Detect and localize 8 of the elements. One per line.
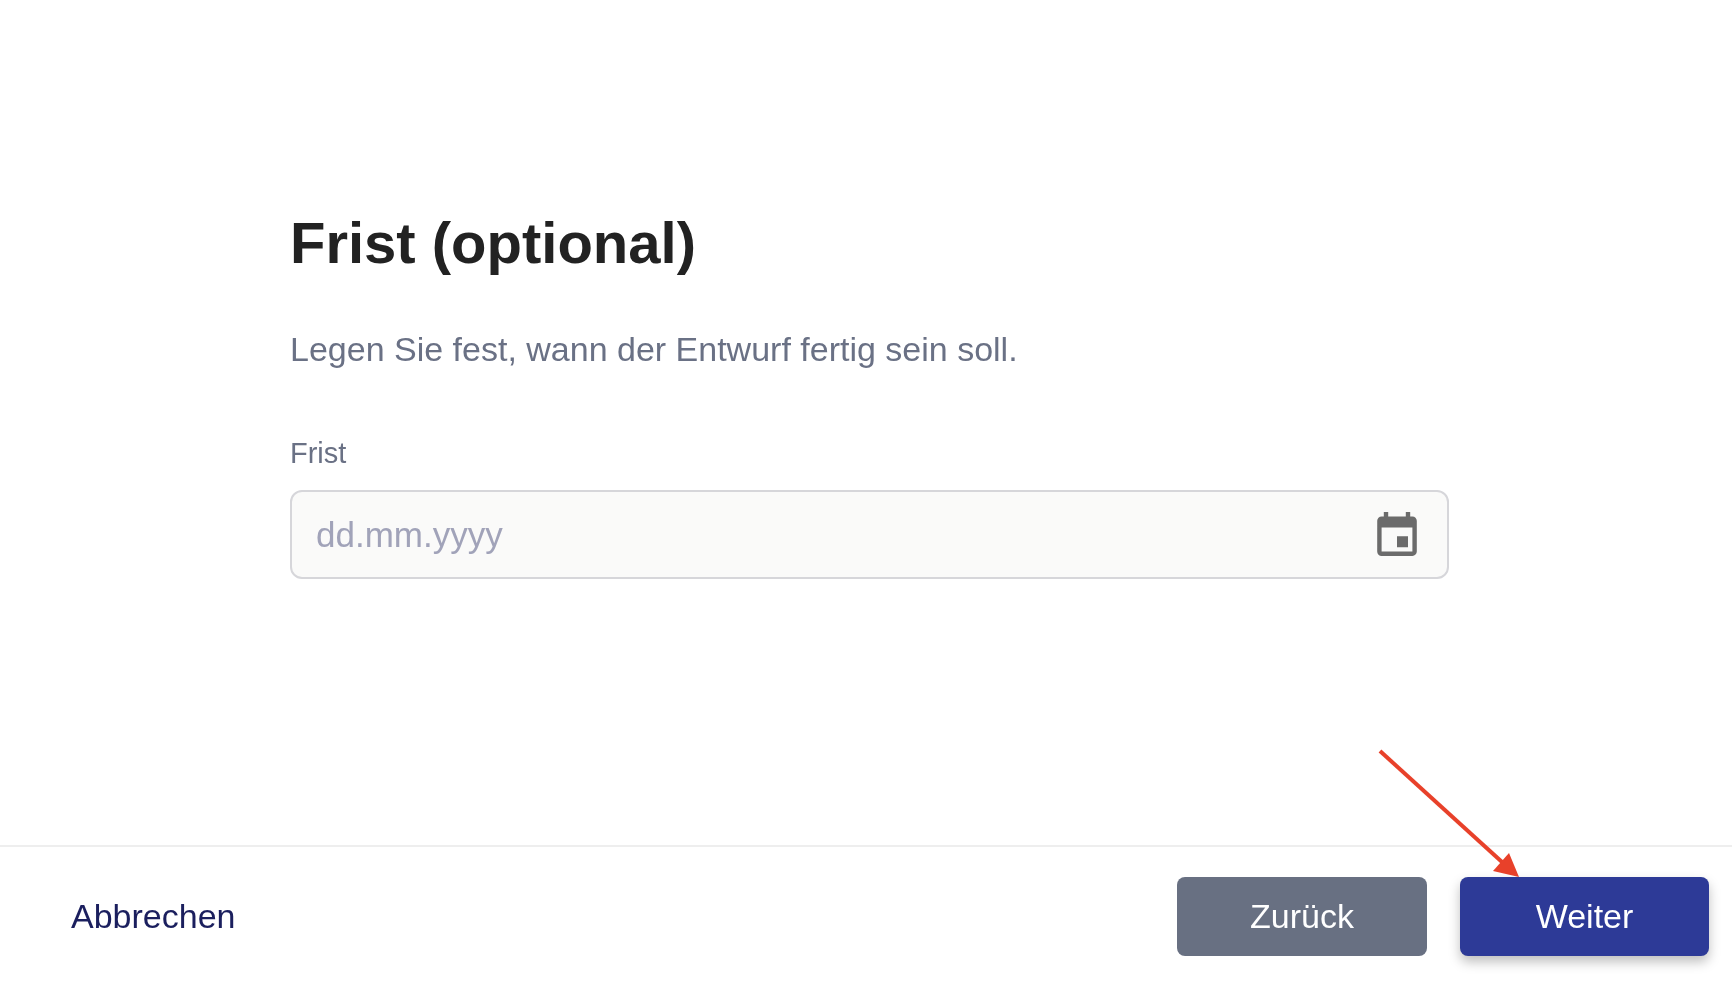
cancel-link[interactable]: Abbrechen (71, 877, 236, 956)
next-button[interactable]: Weiter (1460, 877, 1709, 956)
page-title: Frist (optional) (290, 210, 696, 276)
description-text: Legen Sie fest, wann der Entwurf fertig sein soll. (290, 329, 1018, 370)
back-button[interactable]: Zurück (1177, 877, 1427, 956)
date-input-field[interactable]: dd.mm.yyyy (290, 490, 1449, 579)
field-label: Frist (290, 436, 347, 471)
calendar-icon[interactable] (1377, 512, 1417, 556)
